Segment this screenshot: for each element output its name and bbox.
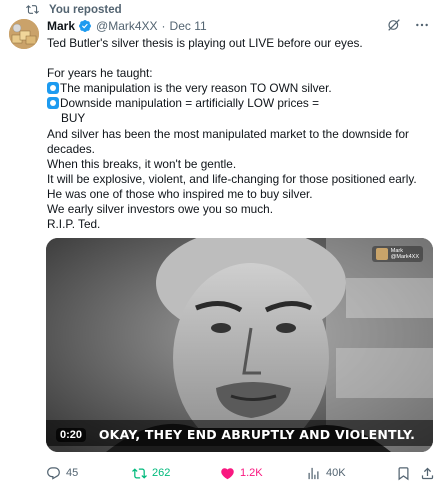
bookmark-button[interactable] xyxy=(396,466,411,481)
repost-banner[interactable]: You reposted xyxy=(26,3,122,16)
video-player[interactable]: Mark @Mark4XX OKAY, THEY END ABRUPTLY AN… xyxy=(46,238,433,452)
avatar[interactable] xyxy=(9,19,39,49)
action-bar: 45 262 1.2K 40K xyxy=(46,464,434,482)
repost-icon xyxy=(26,5,39,14)
watermark-avatar xyxy=(375,248,388,260)
bullet-text: Downside manipulation = artificially LOW… xyxy=(60,96,319,111)
tweet-line: It will be explosive, violent, and life-… xyxy=(47,171,417,186)
repost-icon xyxy=(132,467,147,479)
tweet-line: We early silver investors owe you so muc… xyxy=(47,202,273,217)
heart-icon xyxy=(221,467,234,479)
bullet-icon xyxy=(47,82,59,95)
repost-button[interactable]: 262 xyxy=(132,466,170,481)
tweet-line: R.I.P. Ted. xyxy=(47,217,101,232)
tweet-line: For years he taught: xyxy=(47,66,153,81)
tweet-line: He was one of those who inspired me to b… xyxy=(47,186,313,201)
repost-banner-label: You reposted xyxy=(49,3,122,16)
bullet-icon xyxy=(47,97,59,110)
grok-icon[interactable] xyxy=(386,17,402,33)
tweet-line: And silver has been the most manipulated… xyxy=(47,126,409,141)
watermark-handle: @Mark4XX xyxy=(390,254,419,260)
reply-count: 45 xyxy=(66,467,79,479)
post-date[interactable]: Dec 11 xyxy=(170,19,207,33)
more-icon[interactable] xyxy=(414,17,430,33)
tweet-line-bullet: The manipulation is the very reason TO O… xyxy=(47,81,432,96)
reply-icon xyxy=(47,466,60,480)
reply-button[interactable]: 45 xyxy=(46,466,78,481)
tweet-line: BUY xyxy=(61,111,86,126)
tweet-line: Ted Butler's silver thesis is playing ou… xyxy=(47,36,363,50)
verified-badge-icon[interactable] xyxy=(78,19,92,33)
repost-count: 262 xyxy=(152,467,171,479)
tweet-line: When this breaks, it won't be gentle. xyxy=(47,156,237,171)
author-name[interactable]: Mark xyxy=(47,19,75,33)
bookmark-icon xyxy=(398,466,409,480)
views-button[interactable]: 40K xyxy=(306,466,346,481)
like-button[interactable]: 1.2K xyxy=(220,466,263,481)
share-button[interactable] xyxy=(420,466,435,481)
views-icon xyxy=(308,467,319,479)
separator-dot: · xyxy=(161,19,166,33)
share-icon xyxy=(421,467,434,479)
video-watermark: Mark @Mark4XX xyxy=(371,246,423,262)
tweet-line-bullet: Downside manipulation = artificially LOW… xyxy=(47,96,432,111)
author-handle[interactable]: @Mark4XX xyxy=(96,19,158,33)
video-caption: OKAY, THEY END ABRUPTLY AND VIOLENTLY. xyxy=(98,427,416,442)
video-duration: 0:20 xyxy=(56,428,87,442)
bullet-text: The manipulation is the very reason TO O… xyxy=(60,81,332,96)
tweet-text: Ted Butler's silver thesis is playing ou… xyxy=(47,36,432,232)
tweet-line: decades. xyxy=(47,141,95,156)
tweet-header: Mark @Mark4XX · Dec 11 xyxy=(47,18,430,34)
like-count: 1.2K xyxy=(240,467,263,479)
views-count: 40K xyxy=(326,467,346,479)
